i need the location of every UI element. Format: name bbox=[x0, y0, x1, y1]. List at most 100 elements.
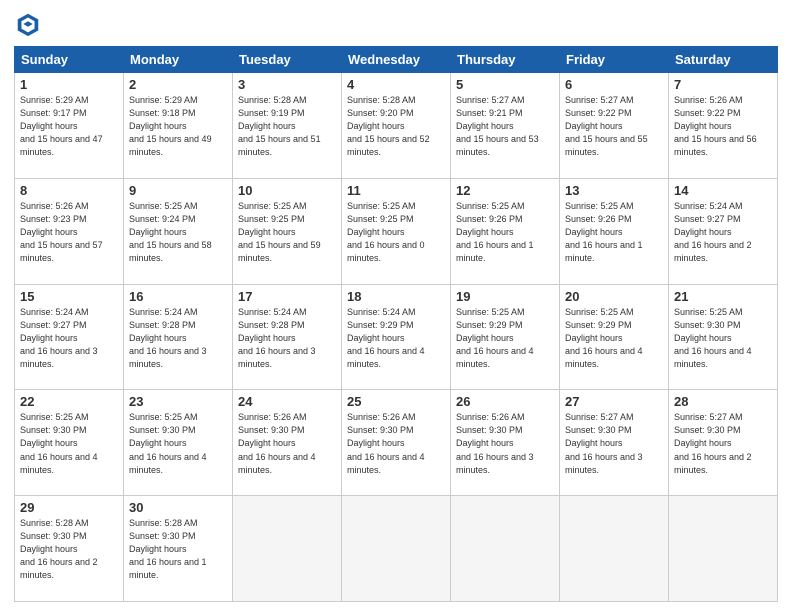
day-info: Sunrise: 5:25 AMSunset: 9:29 PMDaylight … bbox=[456, 306, 554, 371]
day-info: Sunrise: 5:25 AMSunset: 9:30 PMDaylight … bbox=[129, 411, 227, 476]
weekday-friday: Friday bbox=[560, 47, 669, 73]
weekday-sunday: Sunday bbox=[15, 47, 124, 73]
calendar-cell: 4 Sunrise: 5:28 AMSunset: 9:20 PMDayligh… bbox=[342, 73, 451, 179]
calendar-row-5: 29 Sunrise: 5:28 AMSunset: 9:30 PMDaylig… bbox=[15, 496, 778, 602]
day-info: Sunrise: 5:27 AMSunset: 9:30 PMDaylight … bbox=[565, 411, 663, 476]
calendar-cell: 19 Sunrise: 5:25 AMSunset: 9:29 PMDaylig… bbox=[451, 284, 560, 390]
page: SundayMondayTuesdayWednesdayThursdayFrid… bbox=[0, 0, 792, 612]
day-info: Sunrise: 5:25 AMSunset: 9:24 PMDaylight … bbox=[129, 200, 227, 265]
day-number: 24 bbox=[238, 394, 336, 409]
weekday-wednesday: Wednesday bbox=[342, 47, 451, 73]
calendar-cell: 22 Sunrise: 5:25 AMSunset: 9:30 PMDaylig… bbox=[15, 390, 124, 496]
day-number: 9 bbox=[129, 183, 227, 198]
logo-icon bbox=[14, 10, 42, 38]
day-info: Sunrise: 5:26 AMSunset: 9:30 PMDaylight … bbox=[347, 411, 445, 476]
day-info: Sunrise: 5:25 AMSunset: 9:25 PMDaylight … bbox=[238, 200, 336, 265]
day-number: 21 bbox=[674, 289, 772, 304]
weekday-thursday: Thursday bbox=[451, 47, 560, 73]
day-number: 11 bbox=[347, 183, 445, 198]
day-info: Sunrise: 5:29 AMSunset: 9:17 PMDaylight … bbox=[20, 94, 118, 159]
day-info: Sunrise: 5:27 AMSunset: 9:21 PMDaylight … bbox=[456, 94, 554, 159]
day-info: Sunrise: 5:28 AMSunset: 9:30 PMDaylight … bbox=[129, 517, 227, 582]
calendar-row-1: 1 Sunrise: 5:29 AMSunset: 9:17 PMDayligh… bbox=[15, 73, 778, 179]
calendar-cell: 18 Sunrise: 5:24 AMSunset: 9:29 PMDaylig… bbox=[342, 284, 451, 390]
calendar-cell: 1 Sunrise: 5:29 AMSunset: 9:17 PMDayligh… bbox=[15, 73, 124, 179]
day-info: Sunrise: 5:28 AMSunset: 9:30 PMDaylight … bbox=[20, 517, 118, 582]
calendar-cell: 9 Sunrise: 5:25 AMSunset: 9:24 PMDayligh… bbox=[124, 178, 233, 284]
weekday-saturday: Saturday bbox=[669, 47, 778, 73]
day-number: 3 bbox=[238, 77, 336, 92]
weekday-header-row: SundayMondayTuesdayWednesdayThursdayFrid… bbox=[15, 47, 778, 73]
weekday-monday: Monday bbox=[124, 47, 233, 73]
calendar-cell: 6 Sunrise: 5:27 AMSunset: 9:22 PMDayligh… bbox=[560, 73, 669, 179]
day-info: Sunrise: 5:24 AMSunset: 9:28 PMDaylight … bbox=[238, 306, 336, 371]
day-info: Sunrise: 5:24 AMSunset: 9:29 PMDaylight … bbox=[347, 306, 445, 371]
day-info: Sunrise: 5:28 AMSunset: 9:20 PMDaylight … bbox=[347, 94, 445, 159]
calendar-cell: 7 Sunrise: 5:26 AMSunset: 9:22 PMDayligh… bbox=[669, 73, 778, 179]
calendar-cell: 2 Sunrise: 5:29 AMSunset: 9:18 PMDayligh… bbox=[124, 73, 233, 179]
day-info: Sunrise: 5:25 AMSunset: 9:25 PMDaylight … bbox=[347, 200, 445, 265]
calendar-cell: 20 Sunrise: 5:25 AMSunset: 9:29 PMDaylig… bbox=[560, 284, 669, 390]
calendar-cell bbox=[451, 496, 560, 602]
day-number: 19 bbox=[456, 289, 554, 304]
calendar-table: SundayMondayTuesdayWednesdayThursdayFrid… bbox=[14, 46, 778, 602]
day-number: 26 bbox=[456, 394, 554, 409]
calendar-cell: 26 Sunrise: 5:26 AMSunset: 9:30 PMDaylig… bbox=[451, 390, 560, 496]
calendar-cell: 16 Sunrise: 5:24 AMSunset: 9:28 PMDaylig… bbox=[124, 284, 233, 390]
day-number: 12 bbox=[456, 183, 554, 198]
day-number: 10 bbox=[238, 183, 336, 198]
day-number: 16 bbox=[129, 289, 227, 304]
calendar-row-3: 15 Sunrise: 5:24 AMSunset: 9:27 PMDaylig… bbox=[15, 284, 778, 390]
calendar-cell bbox=[233, 496, 342, 602]
calendar-cell: 8 Sunrise: 5:26 AMSunset: 9:23 PMDayligh… bbox=[15, 178, 124, 284]
calendar-cell: 28 Sunrise: 5:27 AMSunset: 9:30 PMDaylig… bbox=[669, 390, 778, 496]
day-number: 4 bbox=[347, 77, 445, 92]
day-number: 20 bbox=[565, 289, 663, 304]
calendar-cell: 3 Sunrise: 5:28 AMSunset: 9:19 PMDayligh… bbox=[233, 73, 342, 179]
day-info: Sunrise: 5:24 AMSunset: 9:27 PMDaylight … bbox=[674, 200, 772, 265]
day-info: Sunrise: 5:26 AMSunset: 9:22 PMDaylight … bbox=[674, 94, 772, 159]
day-number: 23 bbox=[129, 394, 227, 409]
day-info: Sunrise: 5:25 AMSunset: 9:30 PMDaylight … bbox=[20, 411, 118, 476]
day-info: Sunrise: 5:25 AMSunset: 9:29 PMDaylight … bbox=[565, 306, 663, 371]
calendar-cell: 30 Sunrise: 5:28 AMSunset: 9:30 PMDaylig… bbox=[124, 496, 233, 602]
day-number: 29 bbox=[20, 500, 118, 515]
day-number: 7 bbox=[674, 77, 772, 92]
day-number: 17 bbox=[238, 289, 336, 304]
calendar-cell bbox=[560, 496, 669, 602]
calendar-cell: 10 Sunrise: 5:25 AMSunset: 9:25 PMDaylig… bbox=[233, 178, 342, 284]
day-number: 22 bbox=[20, 394, 118, 409]
day-info: Sunrise: 5:25 AMSunset: 9:30 PMDaylight … bbox=[674, 306, 772, 371]
day-number: 15 bbox=[20, 289, 118, 304]
calendar-cell: 14 Sunrise: 5:24 AMSunset: 9:27 PMDaylig… bbox=[669, 178, 778, 284]
calendar-cell: 13 Sunrise: 5:25 AMSunset: 9:26 PMDaylig… bbox=[560, 178, 669, 284]
day-info: Sunrise: 5:26 AMSunset: 9:30 PMDaylight … bbox=[238, 411, 336, 476]
calendar-cell: 24 Sunrise: 5:26 AMSunset: 9:30 PMDaylig… bbox=[233, 390, 342, 496]
calendar-cell: 17 Sunrise: 5:24 AMSunset: 9:28 PMDaylig… bbox=[233, 284, 342, 390]
day-info: Sunrise: 5:26 AMSunset: 9:23 PMDaylight … bbox=[20, 200, 118, 265]
day-number: 2 bbox=[129, 77, 227, 92]
calendar-row-4: 22 Sunrise: 5:25 AMSunset: 9:30 PMDaylig… bbox=[15, 390, 778, 496]
day-info: Sunrise: 5:27 AMSunset: 9:22 PMDaylight … bbox=[565, 94, 663, 159]
day-number: 6 bbox=[565, 77, 663, 92]
day-info: Sunrise: 5:29 AMSunset: 9:18 PMDaylight … bbox=[129, 94, 227, 159]
day-info: Sunrise: 5:24 AMSunset: 9:28 PMDaylight … bbox=[129, 306, 227, 371]
day-number: 1 bbox=[20, 77, 118, 92]
calendar-cell: 5 Sunrise: 5:27 AMSunset: 9:21 PMDayligh… bbox=[451, 73, 560, 179]
day-info: Sunrise: 5:24 AMSunset: 9:27 PMDaylight … bbox=[20, 306, 118, 371]
day-info: Sunrise: 5:28 AMSunset: 9:19 PMDaylight … bbox=[238, 94, 336, 159]
calendar-cell bbox=[669, 496, 778, 602]
day-number: 18 bbox=[347, 289, 445, 304]
day-info: Sunrise: 5:26 AMSunset: 9:30 PMDaylight … bbox=[456, 411, 554, 476]
day-number: 14 bbox=[674, 183, 772, 198]
calendar-cell: 15 Sunrise: 5:24 AMSunset: 9:27 PMDaylig… bbox=[15, 284, 124, 390]
calendar-cell: 21 Sunrise: 5:25 AMSunset: 9:30 PMDaylig… bbox=[669, 284, 778, 390]
day-number: 8 bbox=[20, 183, 118, 198]
day-info: Sunrise: 5:27 AMSunset: 9:30 PMDaylight … bbox=[674, 411, 772, 476]
day-number: 28 bbox=[674, 394, 772, 409]
calendar-row-2: 8 Sunrise: 5:26 AMSunset: 9:23 PMDayligh… bbox=[15, 178, 778, 284]
calendar-cell: 25 Sunrise: 5:26 AMSunset: 9:30 PMDaylig… bbox=[342, 390, 451, 496]
calendar-cell: 12 Sunrise: 5:25 AMSunset: 9:26 PMDaylig… bbox=[451, 178, 560, 284]
day-number: 25 bbox=[347, 394, 445, 409]
calendar-cell bbox=[342, 496, 451, 602]
